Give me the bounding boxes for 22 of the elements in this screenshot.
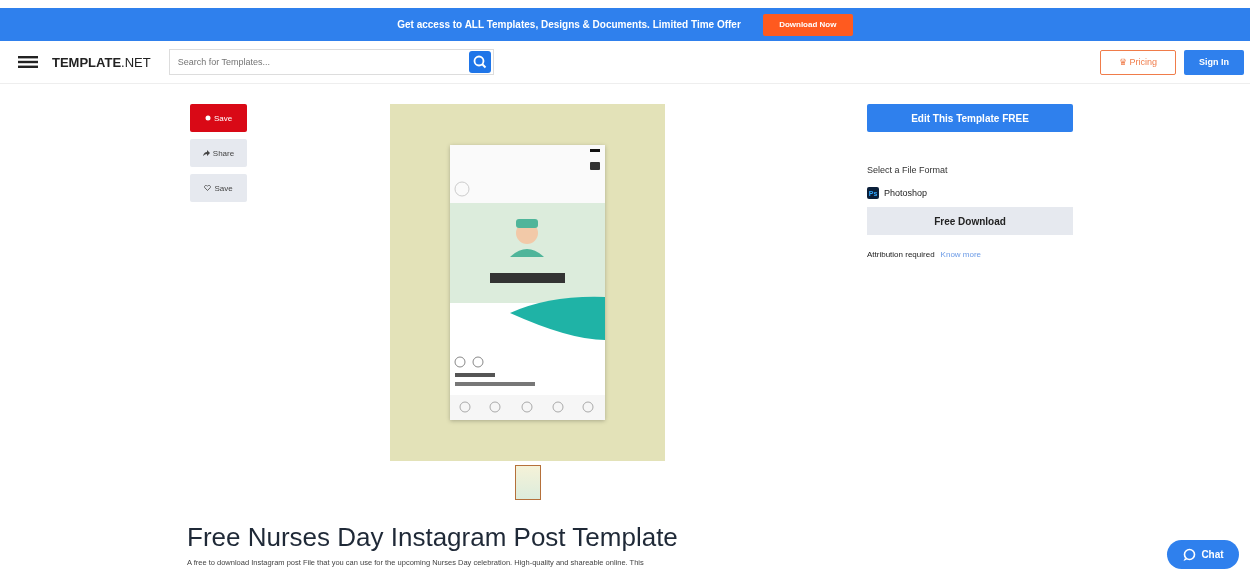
menu-icon[interactable] (18, 56, 38, 68)
dot-icon (204, 115, 211, 121)
attribution-text: Attribution required (867, 250, 935, 259)
promo-text: Get access to ALL Templates, Designs & Documents. Limited Time Offer (397, 19, 741, 30)
share-button[interactable]: Share (190, 139, 247, 167)
preview-thumbnail[interactable] (514, 465, 541, 500)
sign-in-button[interactable]: Sign In (1184, 49, 1244, 75)
edit-template-button[interactable]: Edit This Template FREE (867, 104, 1073, 132)
chat-bubble-icon (1182, 547, 1197, 562)
free-download-button[interactable]: Free Download (867, 207, 1073, 235)
chat-button[interactable]: Chat (1167, 540, 1239, 569)
heart-icon (204, 185, 212, 191)
site-logo[interactable]: TEMPLATE.NET (52, 54, 151, 70)
pricing-button[interactable]: ♛ Pricing (1100, 49, 1176, 75)
page-title: Free Nurses Day Instagram Post Template (187, 522, 678, 552)
save-button[interactable]: Save (190, 104, 247, 132)
file-format-label: Select a File Format (867, 165, 948, 175)
download-now-button[interactable]: Download Now (762, 13, 853, 36)
format-option[interactable]: Photoshop (884, 188, 928, 198)
share-icon (202, 150, 210, 156)
save-button[interactable]: Save (190, 174, 247, 202)
know-more-link[interactable]: Know more (940, 250, 982, 259)
